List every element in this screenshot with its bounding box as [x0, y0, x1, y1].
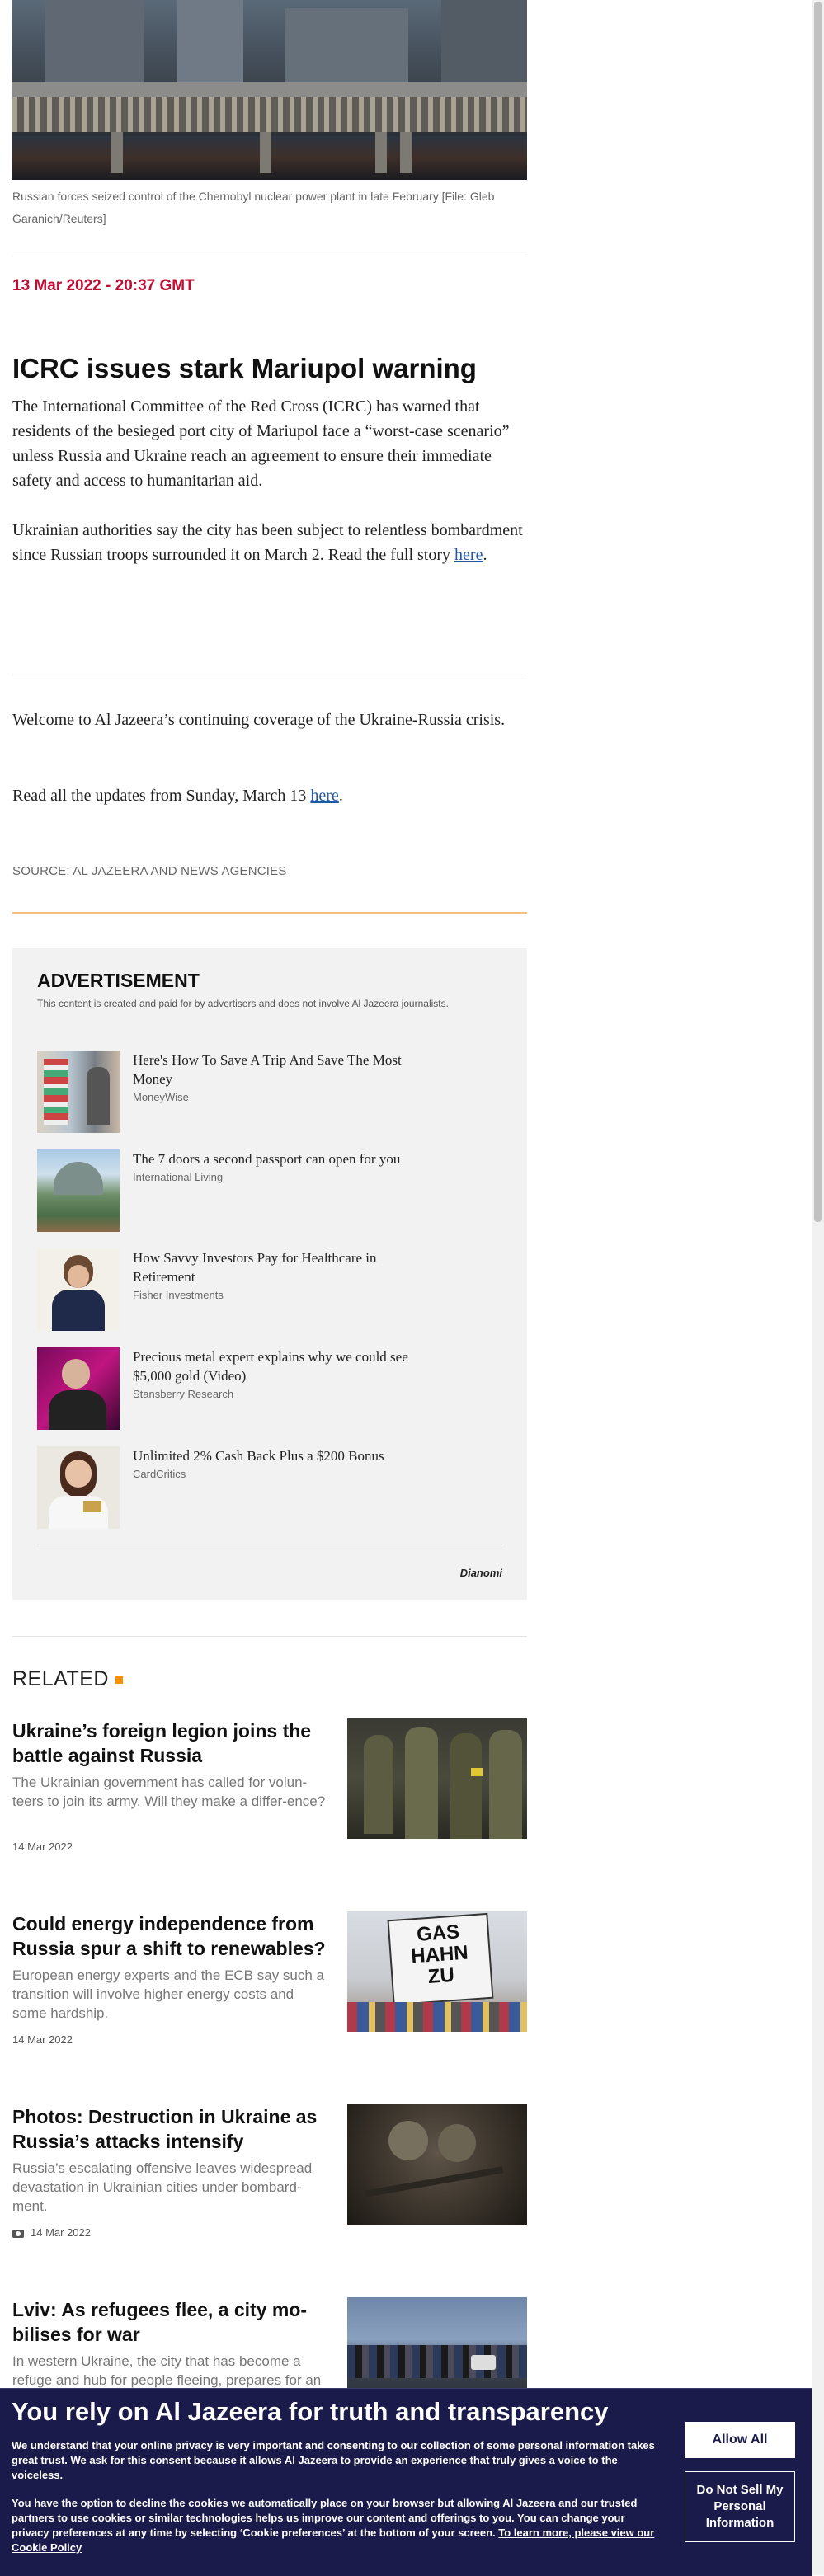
ad-item[interactable]: The 7 doors a second passport can open f…	[37, 1149, 499, 1234]
related-description: In western Ukraine, the city that has be…	[12, 2353, 322, 2388]
cookie-paragraph: We understand that your online privacy i…	[12, 2439, 655, 2481]
ad-source: CardCritics	[133, 1468, 186, 1480]
related-description: Russia’s escalating offensive leaves wid…	[12, 2160, 313, 2214]
ad-item[interactable]: Precious metal expert explains why we co…	[37, 1347, 499, 1431]
do-not-sell-label: Do Not Sell My Personal Information	[696, 2483, 784, 2530]
ad-item[interactable]: How Savvy Investors Pay for Healthcare i…	[37, 1248, 499, 1333]
ad-thumbnail[interactable]	[37, 1347, 120, 1430]
related-item[interactable]: Photos: Destruction in Ukraine as Russia…	[12, 2104, 527, 2245]
ad-item[interactable]: Here's How To Save A Trip And Save The M…	[37, 1051, 499, 1135]
cookie-title: You rely on Al Jazeera for truth and tra…	[12, 2397, 609, 2426]
related-image[interactable]: GAS HAHN ZU	[347, 1911, 527, 2032]
protest-sign-text: GAS HAHN ZU	[410, 1920, 469, 1989]
allow-all-button[interactable]: Allow All	[685, 2422, 795, 2458]
ad-source: MoneyWise	[133, 1091, 189, 1103]
related-image[interactable]	[347, 2104, 527, 2225]
welcome-paragraph: Welcome to Al Jazeera’s continuing cover…	[12, 711, 506, 729]
related-heading: RELATED	[12, 1667, 123, 1691]
related-item[interactable]: Ukraine’s foreign legion joins the battl…	[12, 1718, 527, 1859]
do-not-sell-button[interactable]: Do Not Sell My Personal Information	[685, 2471, 795, 2542]
update-paragraph: The International Committee of the Red C…	[12, 397, 510, 490]
updates-link[interactable]: here	[310, 787, 338, 805]
dianomi-logo[interactable]: Dianomi	[460, 1567, 502, 1579]
scrollbar-thumb[interactable]	[814, 2, 822, 1222]
ad-thumbnail[interactable]	[37, 1248, 120, 1331]
related-date: 14 Mar 2022	[31, 2226, 91, 2239]
camera-icon	[12, 2229, 24, 2238]
orange-square-icon	[115, 1676, 123, 1684]
ad-item[interactable]: Unlimited 2% Cash Back Plus a $200 Bonus…	[37, 1446, 499, 1530]
full-story-link[interactable]: here	[454, 546, 483, 564]
read-updates-paragraph: Read all the updates from Sunday, March …	[12, 787, 343, 805]
cookie-paragraph-2: You have the option to decline the cooki…	[12, 2497, 655, 2554]
ad-thumbnail[interactable]	[37, 1051, 120, 1133]
ad-source: Fisher Investments	[133, 1289, 224, 1301]
related-title[interactable]: Lviv: As refugees flee, a city mo-bilise…	[12, 2297, 330, 2347]
related-description: European energy experts and the ECB say …	[12, 1967, 325, 2021]
divider	[12, 1636, 527, 1637]
related-image[interactable]	[347, 1718, 527, 1839]
ad-thumbnail[interactable]	[37, 1446, 120, 1529]
ad-headline[interactable]: Precious metal expert explains why we co…	[133, 1347, 430, 1385]
advertisement-block: ADVERTISEMENT This content is created an…	[12, 948, 527, 1600]
ad-disclaimer: This content is created and paid for by …	[37, 998, 449, 1009]
update-timestamp: 13 Mar 2022 - 20:37 GMT	[12, 277, 195, 294]
related-title[interactable]: Could energy independence from Russia sp…	[12, 1911, 330, 1961]
ad-title: ADVERTISEMENT	[37, 970, 200, 991]
scrollbar[interactable]	[812, 0, 824, 2575]
cookie-consent-banner: You rely on Al Jazeera for truth and tra…	[0, 2388, 812, 2576]
ad-headline[interactable]: How Savvy Investors Pay for Healthcare i…	[133, 1248, 430, 1286]
related-date: 14 Mar 2022	[12, 1840, 73, 1853]
ad-thumbnail[interactable]	[37, 1149, 120, 1232]
ad-headline[interactable]: Here's How To Save A Trip And Save The M…	[133, 1051, 430, 1088]
chernobyl-photo	[12, 0, 527, 180]
related-title[interactable]: Ukraine’s foreign legion joins the battl…	[12, 1718, 330, 1768]
divider	[12, 912, 527, 914]
related-title[interactable]: Photos: Destruction in Ukraine as Russia…	[12, 2104, 330, 2154]
ad-source: Stansberry Research	[133, 1388, 234, 1400]
related-date: 14 Mar 2022	[12, 2033, 73, 2046]
related-description: The Ukrainian government has called for …	[12, 1775, 326, 1809]
related-date-row: 14 Mar 2022	[12, 2226, 91, 2239]
article-source: SOURCE: AL JAZEERA AND NEWS AGENCIES	[12, 864, 287, 878]
related-item[interactable]: Could energy independence from Russia sp…	[12, 1911, 527, 2052]
photo-caption: Russian forces seized control of the Che…	[12, 190, 495, 225]
update-paragraph-2: Ukrainian authorities say the city has b…	[12, 521, 523, 564]
ad-source: International Living	[133, 1171, 224, 1183]
ad-headline[interactable]: Unlimited 2% Cash Back Plus a $200 Bonus	[133, 1446, 430, 1465]
ad-headline[interactable]: The 7 doors a second passport can open f…	[133, 1149, 430, 1168]
update-title: ICRC issues stark Mariupol warning	[12, 353, 477, 383]
